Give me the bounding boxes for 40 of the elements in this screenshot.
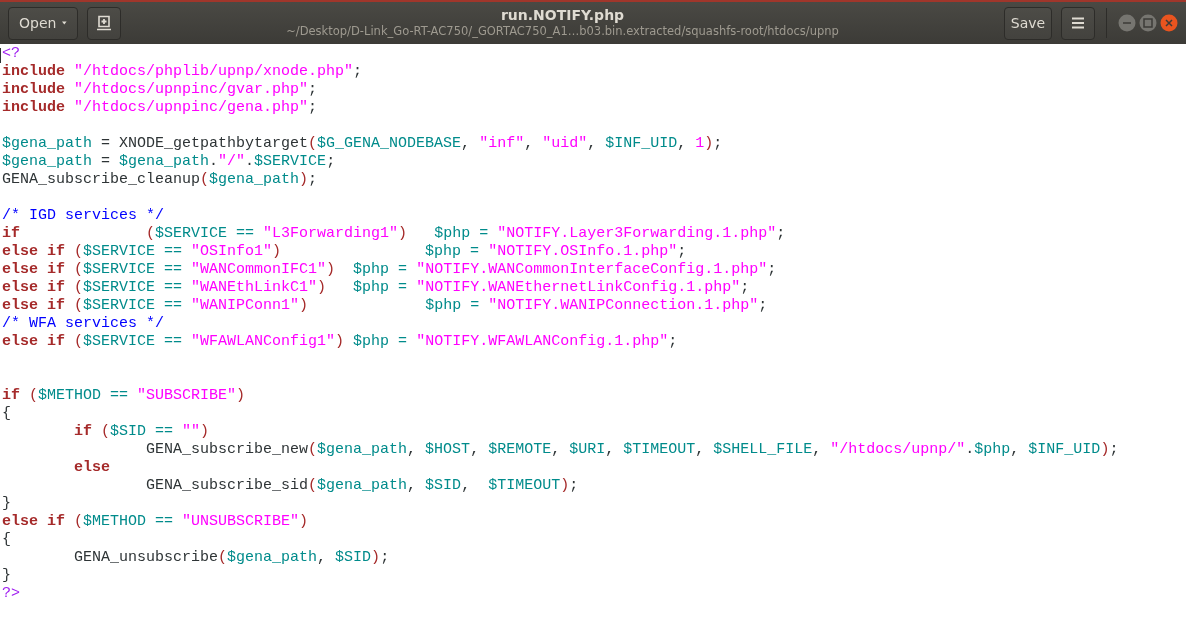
code-line: ?> [2,585,20,603]
code-line: $gena_path = XNODE_getpathbytarget($G_GENA_NODEBASE, "inf", "uid", $INF_UID, 1); [2,135,723,153]
code-line: GENA_subscribe_cleanup($gena_path); [2,171,318,189]
text-cursor [0,48,1,63]
code-line: include "/htdocs/phplib/upnp/xnode.php"; [2,63,363,81]
code-line: <? [2,45,20,63]
code-line: } [2,567,11,585]
code-line: GENA_subscribe_new($gena_path, $HOST, $REMOTE, $URI, $TIMEOUT, $SHELL_FILE, "/htdocs/upnp/".$php, $INF_UID); [145,441,1119,459]
code-line: else [73,459,111,477]
code-line: { [2,531,11,549]
code-line: else if ($SERVICE == "WFAWLANConfig1") $php = "NOTIFY.WFAWLANConfig.1.php"; [2,333,678,351]
menu-icon [1072,17,1084,29]
code-line: else if ($SERVICE == "WANEthLinkC1") $php = "NOTIFY.WANEthernetLinkConfig.1.php"; [2,279,750,297]
code-line: else if ($SERVICE == "WANIPConn1") $php = "NOTIFY.WANIPConnection.1.php"; [2,297,768,315]
code-line: $gena_path = $gena_path."/".$SERVICE; [2,153,336,171]
code-line: if ($METHOD == "SUBSCRIBE") [2,387,246,405]
code-line: else if ($METHOD == "UNSUBSCRIBE") [2,513,309,531]
code-line: if ($SID == "") [73,423,210,441]
code-line: } [2,495,11,513]
caret-icon [62,20,67,26]
new-tab-button[interactable] [87,6,121,40]
code-line: GENA_unsubscribe($gena_path, $SID); [73,549,390,567]
close-button[interactable] [1160,14,1178,32]
code-line: GENA_subscribe_sid($gena_path, $SID, $TIMEOUT); [145,477,579,495]
code-line: include "/htdocs/upnpinc/gena.php"; [2,99,318,117]
minimize-button[interactable] [1118,14,1136,32]
code-line: /* WFA services */ [2,315,165,333]
file-path: ~/Desktop/D-Link_Go-RT-AC750/_GORTAC750_A1…b03.bin.extracted/squashfs-root/htdocs/upnp [286,24,839,39]
open-button[interactable]: Open [8,6,78,40]
code-line: include "/htdocs/upnpinc/gvar.php"; [2,81,318,99]
window-title: run.NOTIFY.php [500,7,625,24]
code-line: else if ($SERVICE == "WANCommonIFC1") $php = "NOTIFY.WANCommonInterfaceConfig.1.php"; [2,261,777,279]
code-line: else if ($SERVICE == "OSInfo1") $php = "NOTIFY.OSInfo.1.php"; [2,243,687,261]
code-line: if ($SERVICE == "L3Forwarding1") $php = "NOTIFY.Layer3Forwarding.1.php"; [2,225,786,243]
maximize-button[interactable] [1139,14,1157,32]
code-line: /* IGD services */ [2,207,165,225]
menu-button[interactable] [1061,6,1095,40]
new-document-icon [96,15,112,31]
save-button[interactable]: Save [1004,6,1052,40]
code-line: { [2,405,11,423]
